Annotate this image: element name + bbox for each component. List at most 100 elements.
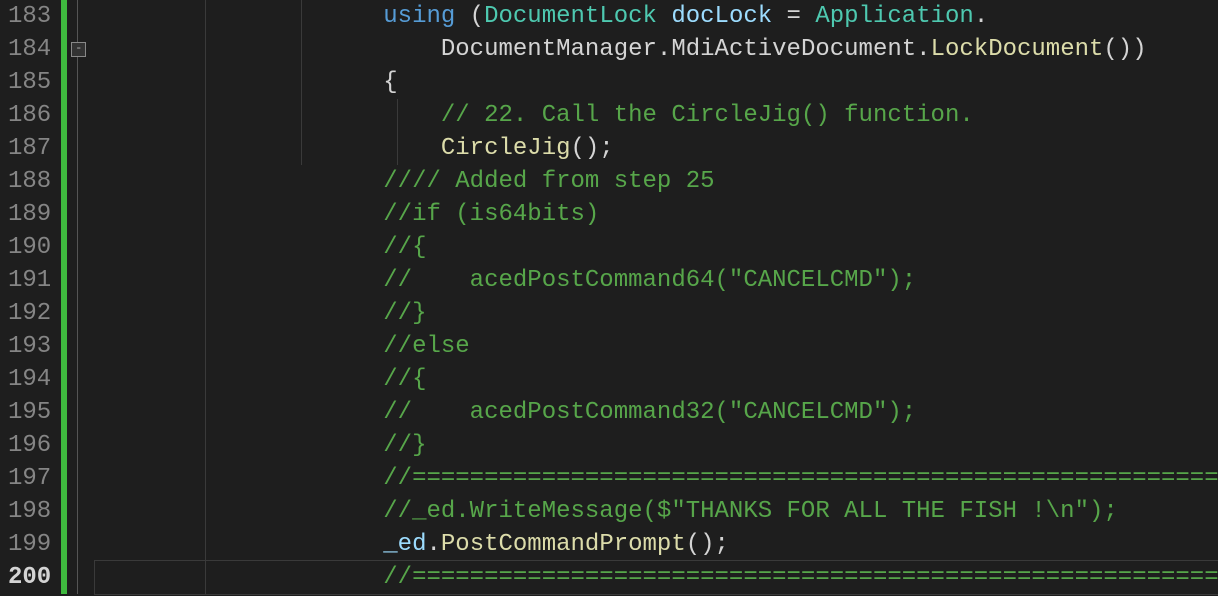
line-number: 185: [8, 66, 51, 99]
code-token: [95, 201, 383, 228]
code-token: [657, 3, 671, 30]
code-line[interactable]: DocumentManager.MdiActiveDocument.LockDo…: [95, 33, 1218, 66]
code-token: // acedPostCommand32("CANCELCMD");: [383, 399, 916, 426]
code-token: using: [383, 3, 455, 30]
code-line[interactable]: //// Added from step 25: [95, 165, 1218, 198]
indent-guide: [205, 198, 206, 231]
indent-guide: [205, 0, 206, 33]
code-token: [95, 3, 383, 30]
code-token: .: [974, 3, 988, 30]
code-token: .: [657, 36, 671, 63]
code-line[interactable]: //======================================…: [95, 462, 1218, 495]
indent-guide: [205, 462, 206, 495]
code-token: //// Added from step 25: [383, 168, 714, 195]
code-token: [95, 102, 441, 129]
line-number-gutter: 1831841851861871881891901911921931941951…: [0, 0, 61, 594]
collapse-icon[interactable]: -: [71, 42, 86, 57]
code-line[interactable]: {: [95, 66, 1218, 99]
code-line[interactable]: using (DocumentLock docLock = Applicatio…: [95, 0, 1218, 33]
code-token: //{: [383, 366, 426, 393]
code-line[interactable]: _ed.PostCommandPrompt();: [95, 528, 1218, 561]
code-token: Application: [815, 3, 973, 30]
code-token: PostCommandPrompt: [441, 531, 686, 558]
code-token: [95, 267, 383, 294]
code-token: // 22. Call the CircleJig() function.: [441, 102, 974, 129]
code-token: =: [772, 3, 815, 30]
code-line[interactable]: CircleJig();: [95, 132, 1218, 165]
code-line[interactable]: // 22. Call the CircleJig() function.: [95, 99, 1218, 132]
indent-guide: [205, 99, 206, 132]
indent-guide: [301, 0, 302, 33]
code-editor[interactable]: 1831841851861871881891901911921931941951…: [0, 0, 1218, 594]
code-token: CircleJig: [441, 135, 571, 162]
code-token: .: [426, 531, 440, 558]
code-line[interactable]: //if (is64bits): [95, 198, 1218, 231]
code-token: ();: [571, 135, 614, 162]
code-token: LockDocument: [931, 36, 1104, 63]
code-line[interactable]: //}: [95, 429, 1218, 462]
code-token: [95, 564, 383, 591]
line-number: 190: [8, 231, 51, 264]
code-token: [95, 399, 383, 426]
code-line[interactable]: // acedPostCommand32("CANCELCMD");: [95, 396, 1218, 429]
outline-fold-margin[interactable]: -: [67, 0, 89, 594]
code-token: .: [916, 36, 930, 63]
code-line[interactable]: //{: [95, 363, 1218, 396]
code-token: (: [455, 3, 484, 30]
code-area[interactable]: using (DocumentLock docLock = Applicatio…: [89, 0, 1218, 594]
fold-guide-line: [77, 0, 78, 594]
code-token: [95, 135, 441, 162]
code-token: [95, 300, 383, 327]
code-token: ();: [686, 531, 729, 558]
code-token: //}: [383, 300, 426, 327]
code-token: [95, 366, 383, 393]
indent-guide: [397, 99, 398, 132]
code-line[interactable]: //_ed.WriteMessage($"THANKS FOR ALL THE …: [95, 495, 1218, 528]
code-line[interactable]: // acedPostCommand64("CANCELCMD");: [95, 264, 1218, 297]
code-token: [95, 432, 383, 459]
line-number: 198: [8, 495, 51, 528]
code-token: [95, 168, 383, 195]
code-token: //if (is64bits): [383, 201, 599, 228]
line-number: 199: [8, 528, 51, 561]
line-number: 184: [8, 33, 51, 66]
indent-guide: [205, 561, 206, 594]
line-number: 183: [8, 0, 51, 33]
indent-guide: [205, 132, 206, 165]
line-number: 192: [8, 297, 51, 330]
line-number: 189: [8, 198, 51, 231]
indent-guide: [205, 495, 206, 528]
code-token: MdiActiveDocument: [671, 36, 916, 63]
indent-guide: [205, 429, 206, 462]
indent-guide: [301, 132, 302, 165]
indent-guide: [301, 99, 302, 132]
code-token: _ed: [383, 531, 426, 558]
line-number: 195: [8, 396, 51, 429]
code-token: ()): [1103, 36, 1146, 63]
code-token: [95, 498, 383, 525]
line-number: 193: [8, 330, 51, 363]
indent-guide: [205, 165, 206, 198]
code-token: DocumentManager: [441, 36, 657, 63]
indent-guide: [205, 363, 206, 396]
code-token: [95, 36, 441, 63]
code-token: // acedPostCommand64("CANCELCMD");: [383, 267, 916, 294]
line-number: 194: [8, 363, 51, 396]
indent-guide: [205, 330, 206, 363]
line-number: 188: [8, 165, 51, 198]
code-line[interactable]: //======================================…: [95, 561, 1218, 594]
code-token: //else: [383, 333, 469, 360]
code-line[interactable]: //else: [95, 330, 1218, 363]
code-token: //======================================…: [383, 564, 1218, 591]
indent-guide: [205, 33, 206, 66]
indent-guide: [205, 297, 206, 330]
code-token: [95, 234, 383, 261]
code-line[interactable]: //}: [95, 297, 1218, 330]
code-line[interactable]: //{: [95, 231, 1218, 264]
line-number: 197: [8, 462, 51, 495]
line-number: 186: [8, 99, 51, 132]
line-number: 196: [8, 429, 51, 462]
line-number: 187: [8, 132, 51, 165]
indent-guide: [301, 33, 302, 66]
line-number: 191: [8, 264, 51, 297]
